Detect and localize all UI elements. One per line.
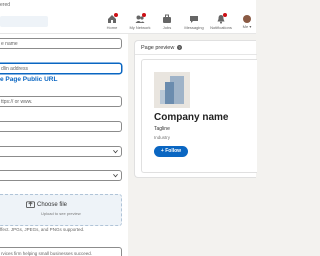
nav-label: Messaging xyxy=(184,25,204,30)
preview-heading: Page preview ? xyxy=(141,45,182,51)
organization-size-select[interactable] xyxy=(0,146,122,157)
nav-my-network[interactable]: My Network xyxy=(127,13,153,30)
public-url-link[interactable]: e Page Public URL xyxy=(0,76,57,83)
logo-upload-area[interactable]: Choose file Upload to see preview xyxy=(0,194,122,226)
building-icon xyxy=(160,76,184,104)
chevron-down-icon xyxy=(113,173,118,178)
website-field[interactable]: ttps:// or www. xyxy=(0,96,122,107)
upload-icon xyxy=(26,201,35,208)
nav-label: Me ▾ xyxy=(242,24,252,29)
bell-icon xyxy=(216,13,227,24)
tagline: Tagline xyxy=(154,126,170,132)
nav-jobs[interactable]: Jobs xyxy=(154,14,180,30)
breadcrumb: ered xyxy=(0,0,256,12)
jobs-icon xyxy=(162,14,172,24)
nav-notifications[interactable]: Notifications xyxy=(208,13,234,30)
avatar xyxy=(243,15,251,23)
nav-messaging[interactable]: Messaging xyxy=(181,14,207,30)
choose-file-label: Choose file xyxy=(37,202,68,208)
linkedin-url-field[interactable]: dlin address xyxy=(0,63,122,74)
divider xyxy=(135,54,257,55)
company-name: Company name xyxy=(154,112,229,123)
company-logo-placeholder xyxy=(154,72,190,108)
notification-badge xyxy=(142,13,146,17)
nav-label: Notifications xyxy=(210,25,232,30)
preview-company-card: Company name Tagline Industry + Follow xyxy=(141,59,257,173)
home-icon xyxy=(107,13,118,24)
nav-label: My Network xyxy=(129,25,151,30)
nav-label: Jobs xyxy=(162,25,172,30)
nav-home[interactable]: Home xyxy=(99,13,125,30)
organization-type-select[interactable] xyxy=(0,170,122,181)
follow-button[interactable]: + Follow xyxy=(154,146,188,157)
nav-label: Home xyxy=(106,25,118,30)
preview-heading-text: Page preview xyxy=(141,45,175,51)
industry: Industry xyxy=(154,135,171,140)
upload-note: ffect. JPGs, JPEGs, and PNGs supported. xyxy=(0,227,85,232)
help-icon[interactable]: ? xyxy=(176,45,182,51)
network-icon xyxy=(135,13,146,24)
search-input[interactable] xyxy=(0,16,48,27)
company-form: e name dlin address e Page Public URL tt… xyxy=(0,34,128,256)
breadcrumb-text: ered xyxy=(0,2,11,8)
top-nav: Home My Network Jobs Messaging Notificat… xyxy=(0,12,256,34)
notification-badge xyxy=(114,13,118,17)
messaging-icon xyxy=(189,14,199,24)
tagline-field[interactable]: rvices firm helping small businesses suc… xyxy=(0,247,122,256)
chevron-down-icon xyxy=(113,149,118,154)
upload-hint: Upload to see preview xyxy=(41,211,81,216)
company-name-field[interactable]: e name xyxy=(0,38,122,49)
industry-field[interactable] xyxy=(0,121,122,132)
nav-me[interactable]: Me ▾ xyxy=(234,14,260,29)
notification-badge xyxy=(223,13,227,17)
page-preview-card: Page preview ? Company name Tagline Indu… xyxy=(134,40,257,178)
